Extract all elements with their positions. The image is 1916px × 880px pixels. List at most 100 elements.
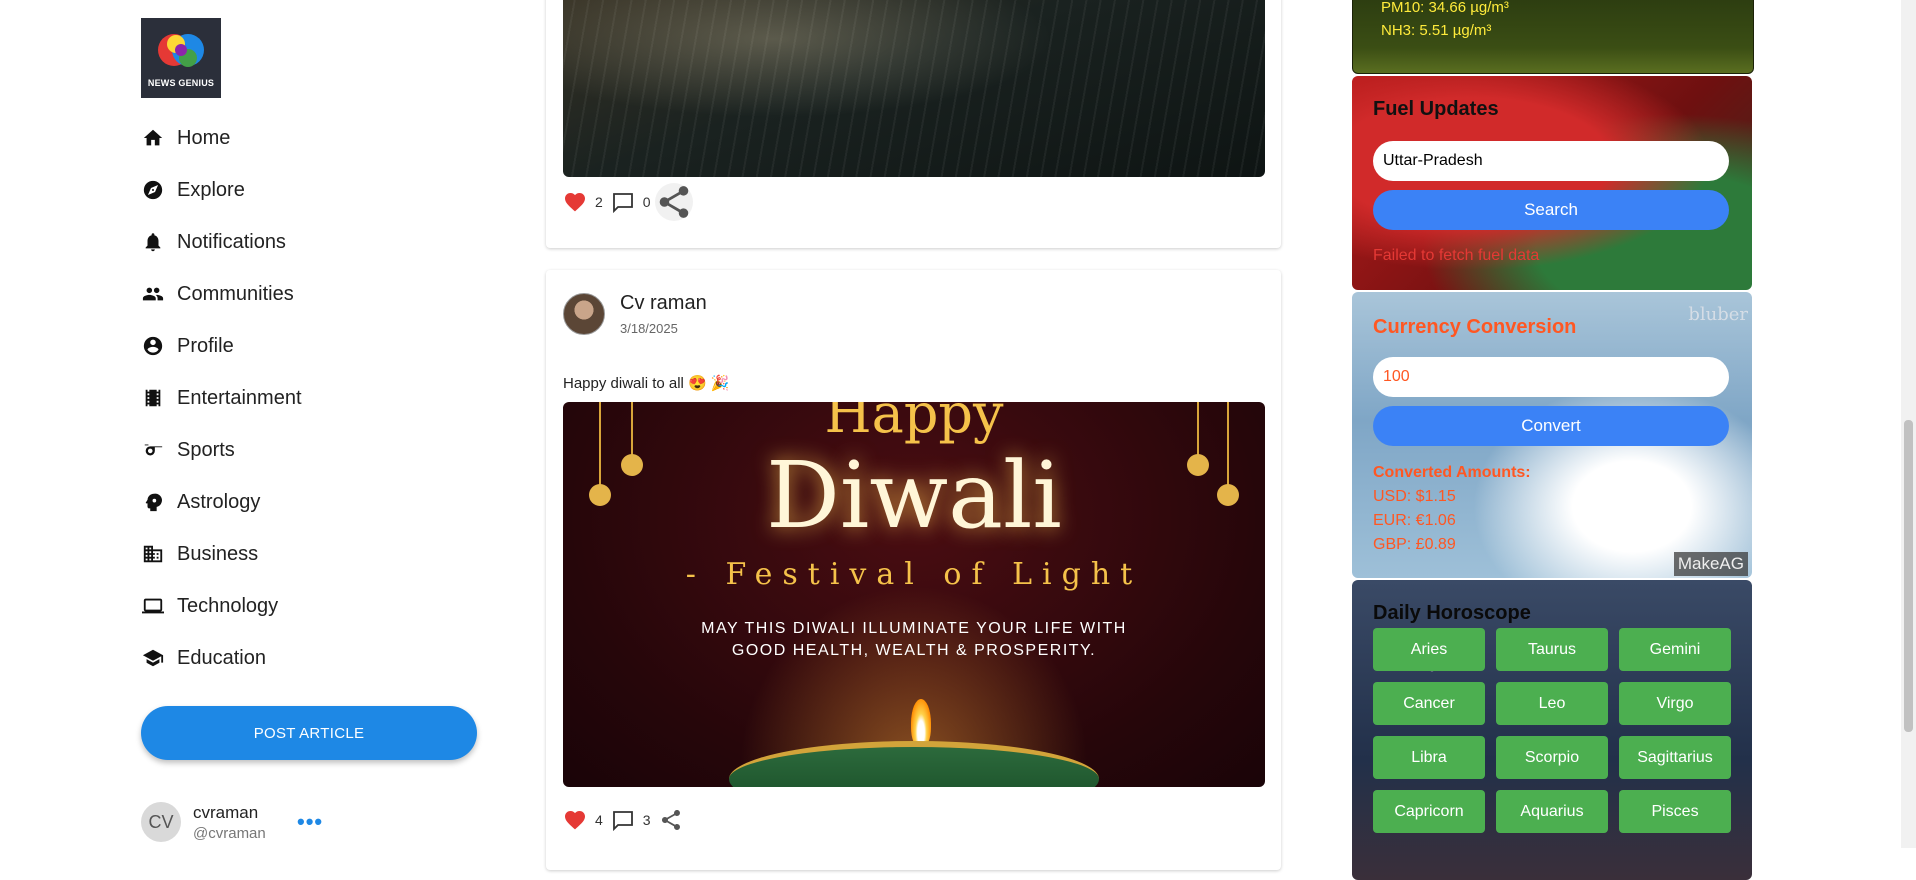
post-actions: 2 0 xyxy=(563,183,693,221)
author-name[interactable]: Cv raman xyxy=(620,292,707,315)
post-text: Happy diwali to all 😍 🎉 xyxy=(563,375,730,392)
image-text-subtitle: - Festival of Light xyxy=(685,557,1143,592)
fuel-updates-widget: Fuel Updates Search Failed to fetch fuel… xyxy=(1352,76,1752,290)
zodiac-capricorn-button[interactable]: Capricorn xyxy=(1373,790,1485,833)
zodiac-leo-button[interactable]: Leo xyxy=(1496,682,1608,725)
comment-icon xyxy=(612,193,633,214)
sidebar-item-technology[interactable]: Technology xyxy=(141,580,302,632)
diya-flame xyxy=(911,699,931,747)
image-watermark: MakeAG xyxy=(1673,552,1748,576)
page-scrollbar[interactable] xyxy=(1901,0,1916,848)
film-icon xyxy=(141,386,165,410)
share-button[interactable] xyxy=(659,808,691,832)
post-card: 2 0 xyxy=(546,0,1281,248)
zodiac-sagittarius-button[interactable]: Sagittarius xyxy=(1619,736,1731,779)
like-count: 4 xyxy=(595,812,603,828)
post-article-button[interactable]: POST ARTICLE xyxy=(141,706,477,760)
share-icon xyxy=(661,809,680,830)
post-actions: 4 3 xyxy=(563,808,699,832)
post-image[interactable]: Happy Diwali - Festival of Light MAY THI… xyxy=(563,402,1265,787)
post-date: 3/18/2025 xyxy=(620,321,678,336)
news-genius-logo[interactable]: NEWS GENIUS xyxy=(141,18,221,98)
zodiac-cancer-button[interactable]: Cancer xyxy=(1373,682,1485,725)
comment-button[interactable]: 3 xyxy=(611,808,651,832)
author-avatar[interactable] xyxy=(563,293,605,335)
brain-logo-icon xyxy=(158,34,204,67)
sidebar-item-label: Education xyxy=(177,646,266,669)
sidebar-item-explore[interactable]: Explore xyxy=(141,164,302,216)
zodiac-aries-button[interactable]: Aries xyxy=(1373,628,1485,671)
sidebar-item-communities[interactable]: Communities xyxy=(141,268,302,320)
sidebar-item-education[interactable]: Education xyxy=(141,632,302,684)
sidebar-item-profile[interactable]: Profile xyxy=(141,320,302,372)
comment-count: 0 xyxy=(642,194,651,210)
post-card: Cv raman 3/18/2025 Happy diwali to all 😍… xyxy=(546,270,1281,870)
convert-button[interactable]: Convert xyxy=(1373,406,1729,446)
zodiac-taurus-button[interactable]: Taurus xyxy=(1496,628,1608,671)
currency-title: Currency Conversion xyxy=(1373,316,1577,338)
diya-lamp xyxy=(729,741,1099,787)
image-text-title: Diwali xyxy=(766,442,1062,549)
sidebar-item-label: Business xyxy=(177,542,259,565)
sidebar-item-label: Home xyxy=(177,126,231,149)
sidebar-item-label: Technology xyxy=(177,594,279,617)
air-quality-widget: PM10: 34.66 µg/m³ NH3: 5.51 µg/m³ xyxy=(1352,0,1754,74)
image-text-happy: Happy xyxy=(824,402,1004,445)
image-text-message: MAY THIS DIWALI ILLUMINATE YOUR LIFE WIT… xyxy=(563,618,1265,662)
sidebar-item-astrology[interactable]: Astrology xyxy=(141,476,302,528)
eur-amount: EUR: €1.06 xyxy=(1373,512,1456,529)
scrollbar-thumb[interactable] xyxy=(1904,420,1913,732)
fuel-error-message: Failed to fetch fuel data xyxy=(1373,247,1540,264)
sidebar-item-notifications[interactable]: Notifications xyxy=(141,216,302,268)
gbp-amount: GBP: £0.89 xyxy=(1373,536,1456,553)
user-info: cvraman @cvraman xyxy=(193,803,266,842)
like-button[interactable]: 2 xyxy=(563,190,603,214)
account-circle-icon xyxy=(141,334,165,358)
sidebar-item-entertainment[interactable]: Entertainment xyxy=(141,372,302,424)
horoscope-title: Daily Horoscope xyxy=(1373,602,1531,624)
like-button[interactable]: 4 xyxy=(563,808,603,832)
zodiac-pisces-button[interactable]: Pisces xyxy=(1619,790,1731,833)
share-button[interactable] xyxy=(654,183,693,221)
zodiac-libra-button[interactable]: Libra xyxy=(1373,736,1485,779)
state-input[interactable] xyxy=(1373,141,1729,181)
bell-icon xyxy=(141,230,165,254)
post-image[interactable] xyxy=(563,0,1265,177)
daily-horoscope-widget: Daily Horoscope Aries Taurus Gemini Canc… xyxy=(1352,580,1752,880)
people-icon xyxy=(141,282,165,306)
fuel-title: Fuel Updates xyxy=(1373,98,1499,120)
share-icon xyxy=(659,186,688,218)
sidebar-item-home[interactable]: Home xyxy=(141,112,302,164)
post-author: Cv raman 3/18/2025 xyxy=(620,292,707,336)
comment-button[interactable]: 0 xyxy=(611,190,651,214)
comment-icon xyxy=(612,811,633,832)
nh3-value: NH3: 5.51 µg/m³ xyxy=(1381,22,1492,39)
pm10-value: PM10: 34.66 µg/m³ xyxy=(1381,0,1509,16)
sidebar-item-label: Entertainment xyxy=(177,386,302,409)
whistle-icon xyxy=(141,438,165,462)
sidebar-item-sports[interactable]: Sports xyxy=(141,424,302,476)
zodiac-scorpio-button[interactable]: Scorpio xyxy=(1496,736,1608,779)
home-icon xyxy=(141,126,165,150)
sidebar-item-label: Astrology xyxy=(177,490,261,513)
converted-heading: Converted Amounts: xyxy=(1373,464,1531,481)
post-header: Cv raman 3/18/2025 xyxy=(563,292,707,336)
like-count: 2 xyxy=(595,194,603,210)
image-watermark: bluber xyxy=(1688,304,1748,325)
logo-text: NEWS GENIUS xyxy=(147,78,215,88)
zodiac-virgo-button[interactable]: Virgo xyxy=(1619,682,1731,725)
image-message-line: MAY THIS DIWALI ILLUMINATE YOUR LIFE WIT… xyxy=(701,620,1127,637)
comment-count: 3 xyxy=(642,812,651,828)
image-message-line: GOOD HEALTH, WEALTH & PROSPERITY. xyxy=(731,642,1097,659)
building-icon xyxy=(141,542,165,566)
heart-icon xyxy=(565,811,585,830)
amount-input[interactable] xyxy=(1373,357,1729,397)
sidebar-nav: Home Explore Notifications Communities P… xyxy=(141,112,302,684)
sidebar-item-business[interactable]: Business xyxy=(141,528,302,580)
fuel-search-button[interactable]: Search xyxy=(1373,190,1729,230)
zodiac-gemini-button[interactable]: Gemini xyxy=(1619,628,1731,671)
zodiac-aquarius-button[interactable]: Aquarius xyxy=(1496,790,1608,833)
sidebar-item-label: Notifications xyxy=(177,230,286,253)
sidebar-item-label: Profile xyxy=(177,334,234,357)
account-switcher[interactable]: CV cvraman @cvraman xyxy=(141,802,266,842)
